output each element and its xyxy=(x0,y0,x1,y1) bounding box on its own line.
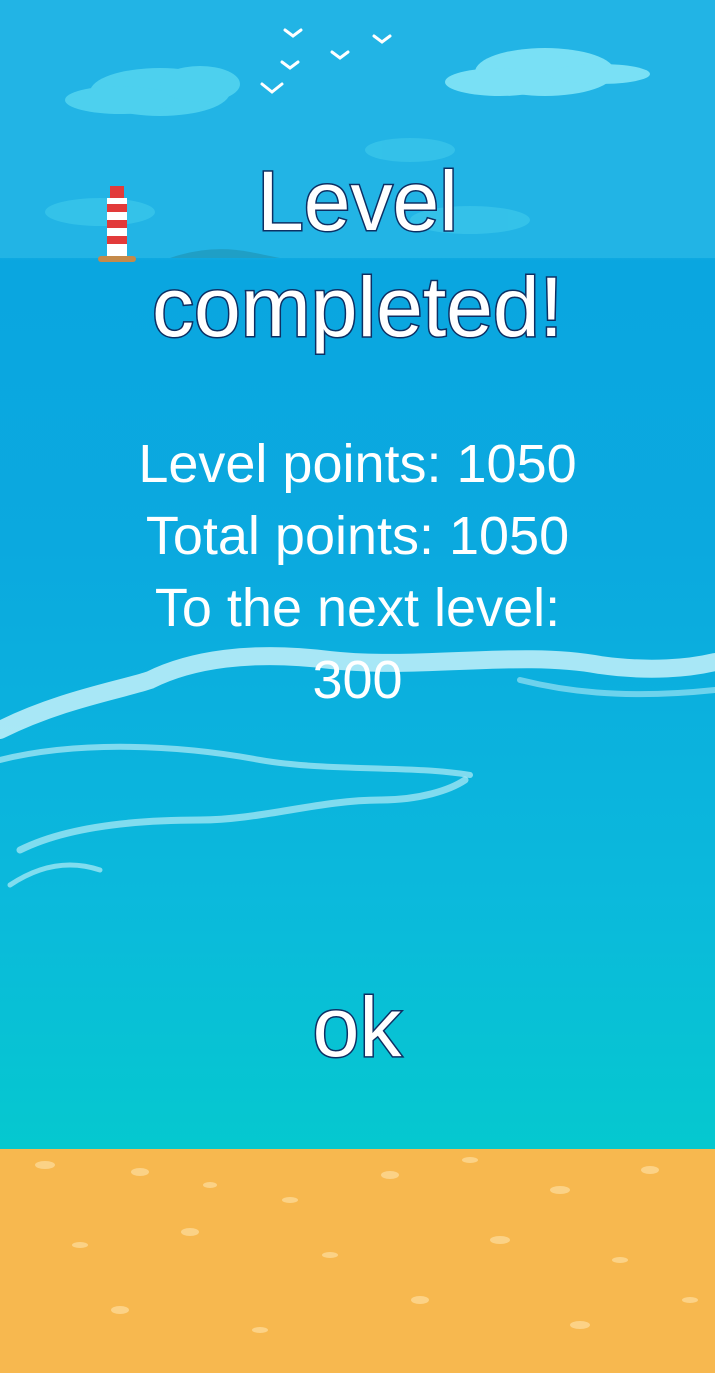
sand xyxy=(0,1149,715,1373)
score-summary: Level points: 1050 Total points: 1050 To… xyxy=(0,428,715,716)
title-line-2: completed! xyxy=(151,259,565,356)
title-line-1: Level xyxy=(256,153,460,250)
level-completed-title: Level completed! xyxy=(0,148,715,360)
level-points-text: Level points: 1050 xyxy=(138,434,577,494)
total-points-text: Total points: 1050 xyxy=(145,506,570,566)
next-level-label: To the next level: xyxy=(154,578,561,638)
next-level-value: 300 xyxy=(312,650,403,710)
ok-button[interactable]: ok xyxy=(257,975,457,1085)
level-complete-screen: Level completed! Level points: 1050 Tota… xyxy=(0,0,715,1373)
